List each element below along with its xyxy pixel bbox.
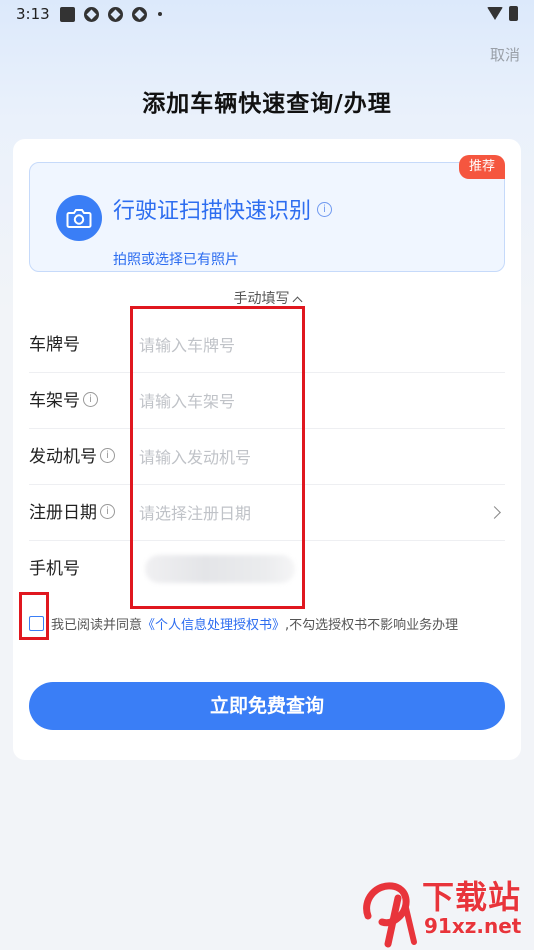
chevron-up-icon	[292, 296, 302, 307]
app-circle-icon	[83, 6, 99, 22]
plate-number-row: 车牌号	[29, 317, 505, 373]
chevron-right-icon	[488, 506, 501, 519]
watermark-url: 91xz.net	[424, 914, 522, 938]
register-date-picker[interactable]	[139, 495, 449, 531]
scan-title-text: 行驶证扫描快速识别	[113, 199, 312, 224]
camera-icon[interactable]	[56, 195, 102, 241]
phone-label: 手机号	[29, 559, 80, 579]
dot-icon	[157, 12, 162, 16]
manual-fill-label: 手动填写	[233, 291, 290, 307]
license-scan-box[interactable]: 推荐 行驶证扫描快速识别 i 拍照或选择已有照片	[29, 155, 505, 272]
register-date-row[interactable]: 注册日期 i	[29, 485, 505, 541]
free-query-button[interactable]: 立即免费查询	[29, 682, 505, 730]
recommend-badge: 推荐	[458, 155, 505, 179]
manual-fill-toggle[interactable]: 手动填写	[13, 288, 521, 308]
info-icon[interactable]: i	[100, 447, 115, 463]
app-circle-icon	[131, 6, 147, 22]
authorization-link[interactable]: 《个人信息处理授权书》	[142, 618, 285, 633]
watermark-logo-icon	[363, 882, 417, 948]
page-title: 添加车辆快速查询/办理	[142, 91, 392, 117]
notification-square-icon	[59, 6, 75, 22]
vin-row: 车架号 i	[29, 373, 505, 429]
status-bar: 3:13	[0, 0, 534, 28]
wifi-icon	[487, 7, 503, 20]
info-icon[interactable]: i	[83, 391, 98, 407]
plate-number-label: 车牌号	[29, 335, 80, 355]
agreement-checkbox[interactable]	[29, 616, 44, 631]
status-time: 3:13	[16, 5, 50, 23]
battery-icon	[509, 6, 518, 21]
phone-input-blurred[interactable]	[145, 555, 295, 583]
engine-number-input[interactable]	[139, 439, 449, 475]
scan-title: 行驶证扫描快速识别 i	[113, 193, 333, 225]
app-circle-icon	[107, 6, 123, 22]
info-icon[interactable]: i	[100, 503, 115, 519]
register-date-label-wrap: 注册日期 i	[29, 485, 115, 541]
cancel-button[interactable]: 取消	[490, 44, 520, 65]
engine-number-label: 发动机号	[29, 447, 97, 467]
agreement-prefix: 我已阅读并同意	[51, 618, 143, 633]
agreement-suffix: ,不勾选授权书不影响业务办理	[285, 618, 459, 633]
engine-number-row: 发动机号 i	[29, 429, 505, 485]
watermark: 下载站 91xz.net	[358, 870, 528, 950]
plate-number-input[interactable]	[139, 327, 449, 363]
engine-label-wrap: 发动机号 i	[29, 429, 115, 485]
scan-subtitle: 拍照或选择已有照片	[113, 252, 239, 268]
vin-label-wrap: 车架号 i	[29, 373, 98, 429]
vin-label: 车架号	[29, 391, 80, 411]
agreement-text: 我已阅读并同意《个人信息处理授权书》,不勾选授权书不影响业务办理	[51, 614, 471, 637]
watermark-title: 下载站	[422, 878, 522, 916]
vehicle-form-card: 推荐 行驶证扫描快速识别i 拍照或选择已有照片 手动填写 车牌号 车架号i 发动…	[13, 139, 521, 760]
info-icon[interactable]: i	[317, 201, 333, 217]
phone-row: 手机号	[29, 541, 505, 597]
vin-input[interactable]	[139, 383, 449, 419]
register-date-label: 注册日期	[29, 503, 97, 523]
